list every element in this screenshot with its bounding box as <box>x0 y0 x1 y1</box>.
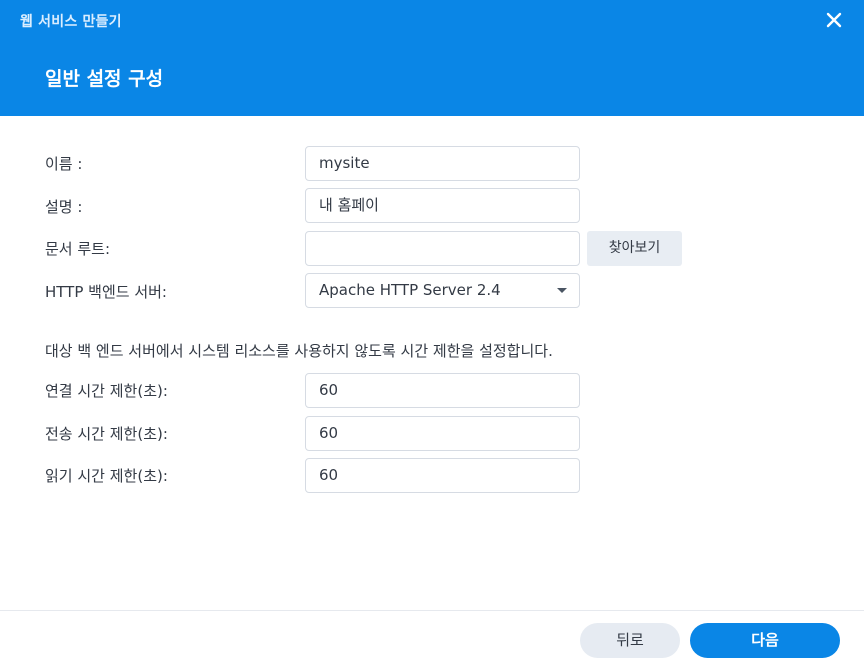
doc-root-label: 문서 루트: <box>45 240 111 258</box>
name-input[interactable]: mysite <box>305 146 580 181</box>
connect-timeout-input[interactable]: 60 <box>305 373 580 408</box>
back-button[interactable]: 뒤로 <box>580 623 680 658</box>
description-label: 설명 : <box>45 198 83 216</box>
browse-button[interactable]: 찾아보기 <box>587 231 682 266</box>
footer-divider <box>0 610 864 611</box>
close-icon[interactable] <box>822 8 846 32</box>
window-title: 웹 서비스 만들기 <box>20 14 122 30</box>
description-input[interactable]: 내 홈페이 <box>305 188 580 223</box>
read-timeout-input[interactable]: 60 <box>305 458 580 493</box>
step-title: 일반 설정 구성 <box>45 68 164 90</box>
timeout-description: 대상 백 엔드 서버에서 시스템 리소스를 사용하지 않도록 시간 제한을 설정… <box>45 342 553 360</box>
backend-label: HTTP 백엔드 서버: <box>45 283 167 301</box>
send-timeout-input[interactable]: 60 <box>305 416 580 451</box>
send-timeout-label: 전송 시간 제한(초): <box>45 425 168 443</box>
doc-root-input[interactable] <box>305 231 580 266</box>
chevron-down-icon <box>557 288 567 293</box>
name-label: 이름 : <box>45 155 83 173</box>
next-button[interactable]: 다음 <box>690 623 840 658</box>
backend-select-value: Apache HTTP Server 2.4 <box>319 281 501 299</box>
backend-select[interactable]: Apache HTTP Server 2.4 <box>305 273 580 308</box>
read-timeout-label: 읽기 시간 제한(초): <box>45 467 168 485</box>
wizard-header: 웹 서비스 만들기 일반 설정 구성 <box>0 0 864 116</box>
connect-timeout-label: 연결 시간 제한(초): <box>45 382 168 400</box>
